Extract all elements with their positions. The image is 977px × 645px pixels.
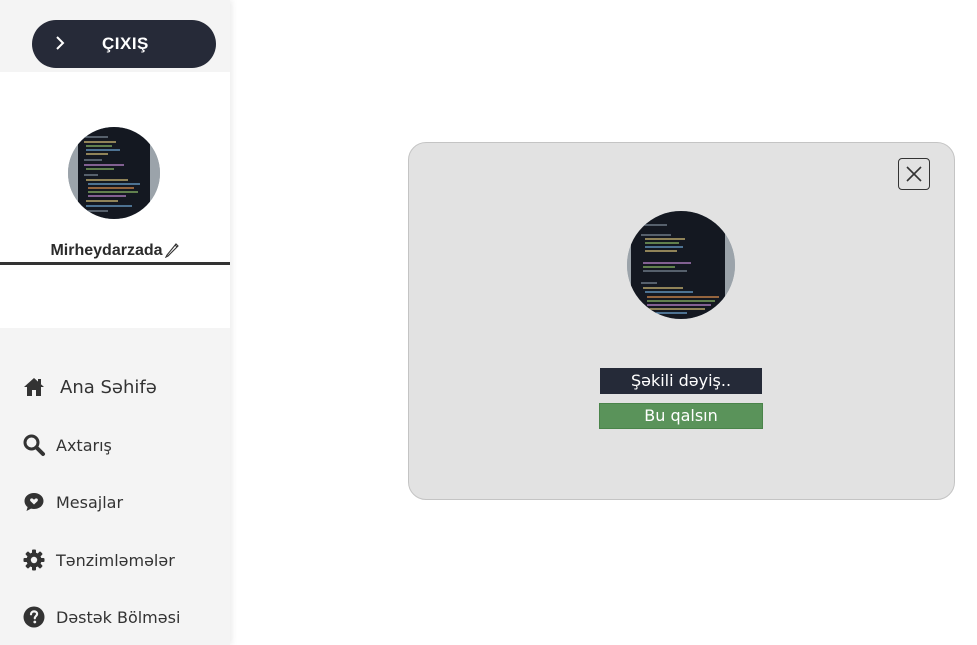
help-icon — [23, 606, 45, 628]
close-button[interactable] — [898, 158, 930, 190]
sidebar-item-label: Mesajlar — [56, 493, 124, 512]
sidebar: ÇIXIŞ Mirheydarzada Ana Səhifə Axtarış M… — [0, 0, 230, 645]
sidebar-item-label: Dəstək Bölməsi — [56, 608, 181, 627]
profile-divider — [0, 262, 230, 265]
logout-button[interactable]: ÇIXIŞ — [32, 20, 216, 68]
search-icon — [23, 434, 45, 456]
home-icon — [24, 378, 44, 396]
avatar-image — [68, 127, 160, 219]
username-text: Mirheydarzada — [50, 242, 163, 259]
gear-icon — [23, 549, 45, 571]
change-photo-button[interactable]: Şəkili dəyiş.. — [600, 368, 762, 394]
profile-card: Mirheydarzada — [0, 72, 230, 328]
photo-preview-image — [627, 211, 735, 319]
avatar[interactable] — [68, 127, 160, 219]
message-icon — [24, 493, 44, 511]
sidebar-item-label: Ana Səhifə — [60, 377, 157, 398]
sidebar-item-label: Tənzimləmələr — [56, 551, 175, 570]
profile-photo-preview — [627, 211, 735, 319]
pencil-icon[interactable] — [164, 242, 180, 258]
username: Mirheydarzada — [0, 242, 230, 260]
close-icon — [906, 166, 922, 182]
sidebar-item-label: Axtarış — [56, 436, 112, 455]
chevron-right-icon — [56, 36, 65, 50]
logout-label: ÇIXIŞ — [102, 34, 149, 53]
keep-photo-button[interactable]: Bu qalsın — [599, 403, 763, 429]
change-photo-modal: Şəkili dəyiş.. Bu qalsın — [408, 142, 955, 500]
